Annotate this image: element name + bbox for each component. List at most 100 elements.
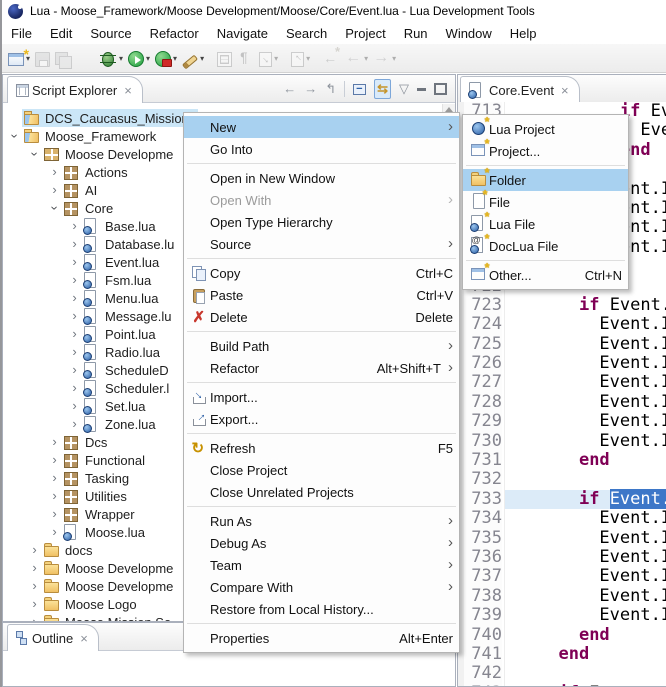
view-menu-icon[interactable]: ▽ [399,80,409,98]
chevron-collapsed-icon[interactable]: › [67,257,82,267]
close-icon[interactable]: × [80,631,88,646]
menubar-item-file[interactable]: File [2,24,41,43]
context-menu-item-go-into[interactable]: Go Into [184,138,459,160]
back-icon[interactable]: ← [283,80,296,98]
context-menu-item-copy[interactable]: CopyCtrl+C [184,262,459,284]
dropdown-caret-icon[interactable]: ▾ [200,54,204,63]
chevron-collapsed-icon[interactable]: › [67,347,82,357]
code-line[interactable]: 742 [458,664,666,683]
context-menu-item-build-path[interactable]: Build Path› [184,335,459,357]
chevron-expanded-icon[interactable]: › [50,201,60,216]
context-menu-item-close-unrelated-projects[interactable]: Close Unrelated Projects [184,481,459,503]
code-line[interactable]: 723 if Event. [458,296,666,315]
code-line[interactable]: 726 Event.I [458,354,666,373]
chevron-collapsed-icon[interactable]: › [67,221,82,231]
context-menu-item-refactor[interactable]: RefactorAlt+Shift+T› [184,357,459,379]
chevron-collapsed-icon[interactable]: › [67,401,82,411]
code-line[interactable]: 736 Event.I [458,548,666,567]
context-menu-item-source[interactable]: Source› [184,233,459,255]
code-line[interactable]: 724 Event.I [458,315,666,334]
chevron-collapsed-icon[interactable]: › [67,239,82,249]
forward-icon[interactable]: → [304,80,317,98]
chevron-collapsed-icon[interactable]: › [27,581,42,591]
context-menu-item-run-as[interactable]: Run As› [184,510,459,532]
menubar-item-help[interactable]: Help [501,24,546,43]
menubar-item-source[interactable]: Source [81,24,140,43]
chevron-collapsed-icon[interactable]: › [67,311,82,321]
code-line[interactable]: 737 Event.I [458,567,666,586]
chevron-collapsed-icon[interactable]: › [47,437,62,447]
chevron-expanded-icon[interactable]: › [30,147,40,162]
chevron-collapsed-icon[interactable]: › [67,293,82,303]
context-menu-item-import-[interactable]: Import... [184,386,459,408]
chevron-collapsed-icon[interactable]: › [67,275,82,285]
context-menu-item-paste[interactable]: PasteCtrl+V [184,284,459,306]
code-line[interactable]: 728 Event.I [458,393,666,412]
chevron-collapsed-icon[interactable]: › [27,545,42,555]
context-menu-item-team[interactable]: Team› [184,554,459,576]
menubar-item-run[interactable]: Run [395,24,437,43]
context-menu-item-refresh[interactable]: RefreshF5 [184,437,459,459]
chevron-collapsed-icon[interactable]: › [27,617,42,621]
run-external-button[interactable]: ▾ [153,46,179,70]
context-menu-item-debug-as[interactable]: Debug As› [184,532,459,554]
code-line-current[interactable]: 733 if Event. [458,490,666,509]
collapse-all-icon[interactable] [353,84,366,95]
code-line[interactable]: 735 Event.I [458,529,666,548]
new-submenu-item-doclua-file[interactable]: *DocLua File [463,235,628,257]
code-line[interactable]: 730 Event.I [458,432,666,451]
chevron-collapsed-icon[interactable]: › [27,563,42,573]
context-menu-item-properties[interactable]: PropertiesAlt+Enter [184,627,459,649]
maximize-icon[interactable] [434,83,447,95]
context-menu-item-compare-with[interactable]: Compare With› [184,576,459,598]
debug-button[interactable]: ▾ [97,46,125,70]
menubar-item-window[interactable]: Window [437,24,501,43]
context-menu-item-delete[interactable]: DeleteDelete [184,306,459,328]
chevron-collapsed-icon[interactable]: › [67,365,82,375]
minimize-icon[interactable] [417,88,426,91]
code-line[interactable]: 738 Event.I [458,587,666,606]
code-line[interactable]: 741 end [458,645,666,664]
chevron-collapsed-icon[interactable]: › [47,491,62,501]
close-icon[interactable]: × [561,83,569,98]
code-line[interactable]: 731 end [458,451,666,470]
code-line[interactable]: 734 Event.I [458,509,666,528]
link-with-editor-icon[interactable]: ⇆ [374,79,391,99]
menubar-item-refactor[interactable]: Refactor [141,24,208,43]
menubar-item-navigate[interactable]: Navigate [208,24,277,43]
new-submenu-item-project-[interactable]: *Project... [463,140,628,162]
code-line[interactable]: 725 Event.I [458,335,666,354]
run-button[interactable]: ▾ [126,46,152,70]
chevron-collapsed-icon[interactable]: › [67,329,82,339]
chevron-expanded-icon[interactable]: › [10,129,20,144]
context-menu-item-export-[interactable]: Export... [184,408,459,430]
context-menu-item-open-in-new-window[interactable]: Open in New Window [184,167,459,189]
new-wizard-button[interactable]: ▾ [6,46,32,70]
code-line[interactable]: 729 Event.I [458,412,666,431]
chevron-collapsed-icon[interactable]: › [47,527,62,537]
tab-script-explorer[interactable]: Script Explorer × [7,76,143,103]
brush-button[interactable]: ▾ [180,46,206,70]
tab-core-event[interactable]: Core.Event × [460,76,580,103]
context-menu-item-open-type-hierarchy[interactable]: Open Type Hierarchy [184,211,459,233]
code-line[interactable]: 727 Event.I [458,373,666,392]
context-menu-item-new[interactable]: New› [184,116,459,138]
code-line[interactable]: 743 if Event.ta [458,684,666,686]
chevron-collapsed-icon[interactable]: › [47,455,62,465]
code-line[interactable]: 739 Event.I [458,606,666,625]
chevron-collapsed-icon[interactable]: › [47,185,62,195]
new-submenu-item-other-[interactable]: *Other...Ctrl+N [463,264,628,286]
chevron-collapsed-icon[interactable]: › [47,509,62,519]
chevron-collapsed-icon[interactable]: › [47,473,62,483]
dropdown-caret-icon[interactable]: ▾ [119,54,123,63]
chevron-collapsed-icon[interactable]: › [67,419,82,429]
tab-outline[interactable]: Outline × [7,624,99,651]
menubar-item-project[interactable]: Project [336,24,394,43]
go-up-icon[interactable]: ↰ [325,80,336,98]
chevron-collapsed-icon[interactable]: › [67,383,82,393]
code-line[interactable]: 740 end [458,626,666,645]
code-line[interactable]: 732 [458,470,666,489]
chevron-collapsed-icon[interactable]: › [27,599,42,609]
chevron-collapsed-icon[interactable]: › [47,167,62,177]
context-menu-item-close-project[interactable]: Close Project [184,459,459,481]
